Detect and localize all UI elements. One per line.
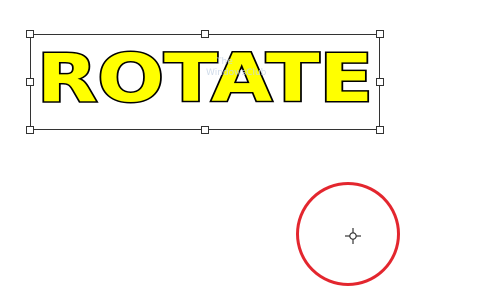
resize-handle-bottom-right[interactable] [376,126,384,134]
canvas[interactable]: ROTATE The WindowsClub [0,0,500,306]
resize-handle-top-center[interactable] [201,30,209,38]
watermark-line-1: The [216,57,233,67]
rotate-crosshair-icon [345,228,361,244]
selection-bounding-box [30,34,380,130]
resize-handle-bottom-left[interactable] [26,126,34,134]
resize-handle-top-right[interactable] [376,30,384,38]
resize-handle-bottom-center[interactable] [201,126,209,134]
watermark: The WindowsClub [206,57,266,79]
resize-handle-top-left[interactable] [26,30,34,38]
resize-handle-middle-right[interactable] [376,78,384,86]
watermark-line-2: WindowsClub [206,68,267,78]
resize-handle-middle-left[interactable] [26,78,34,86]
